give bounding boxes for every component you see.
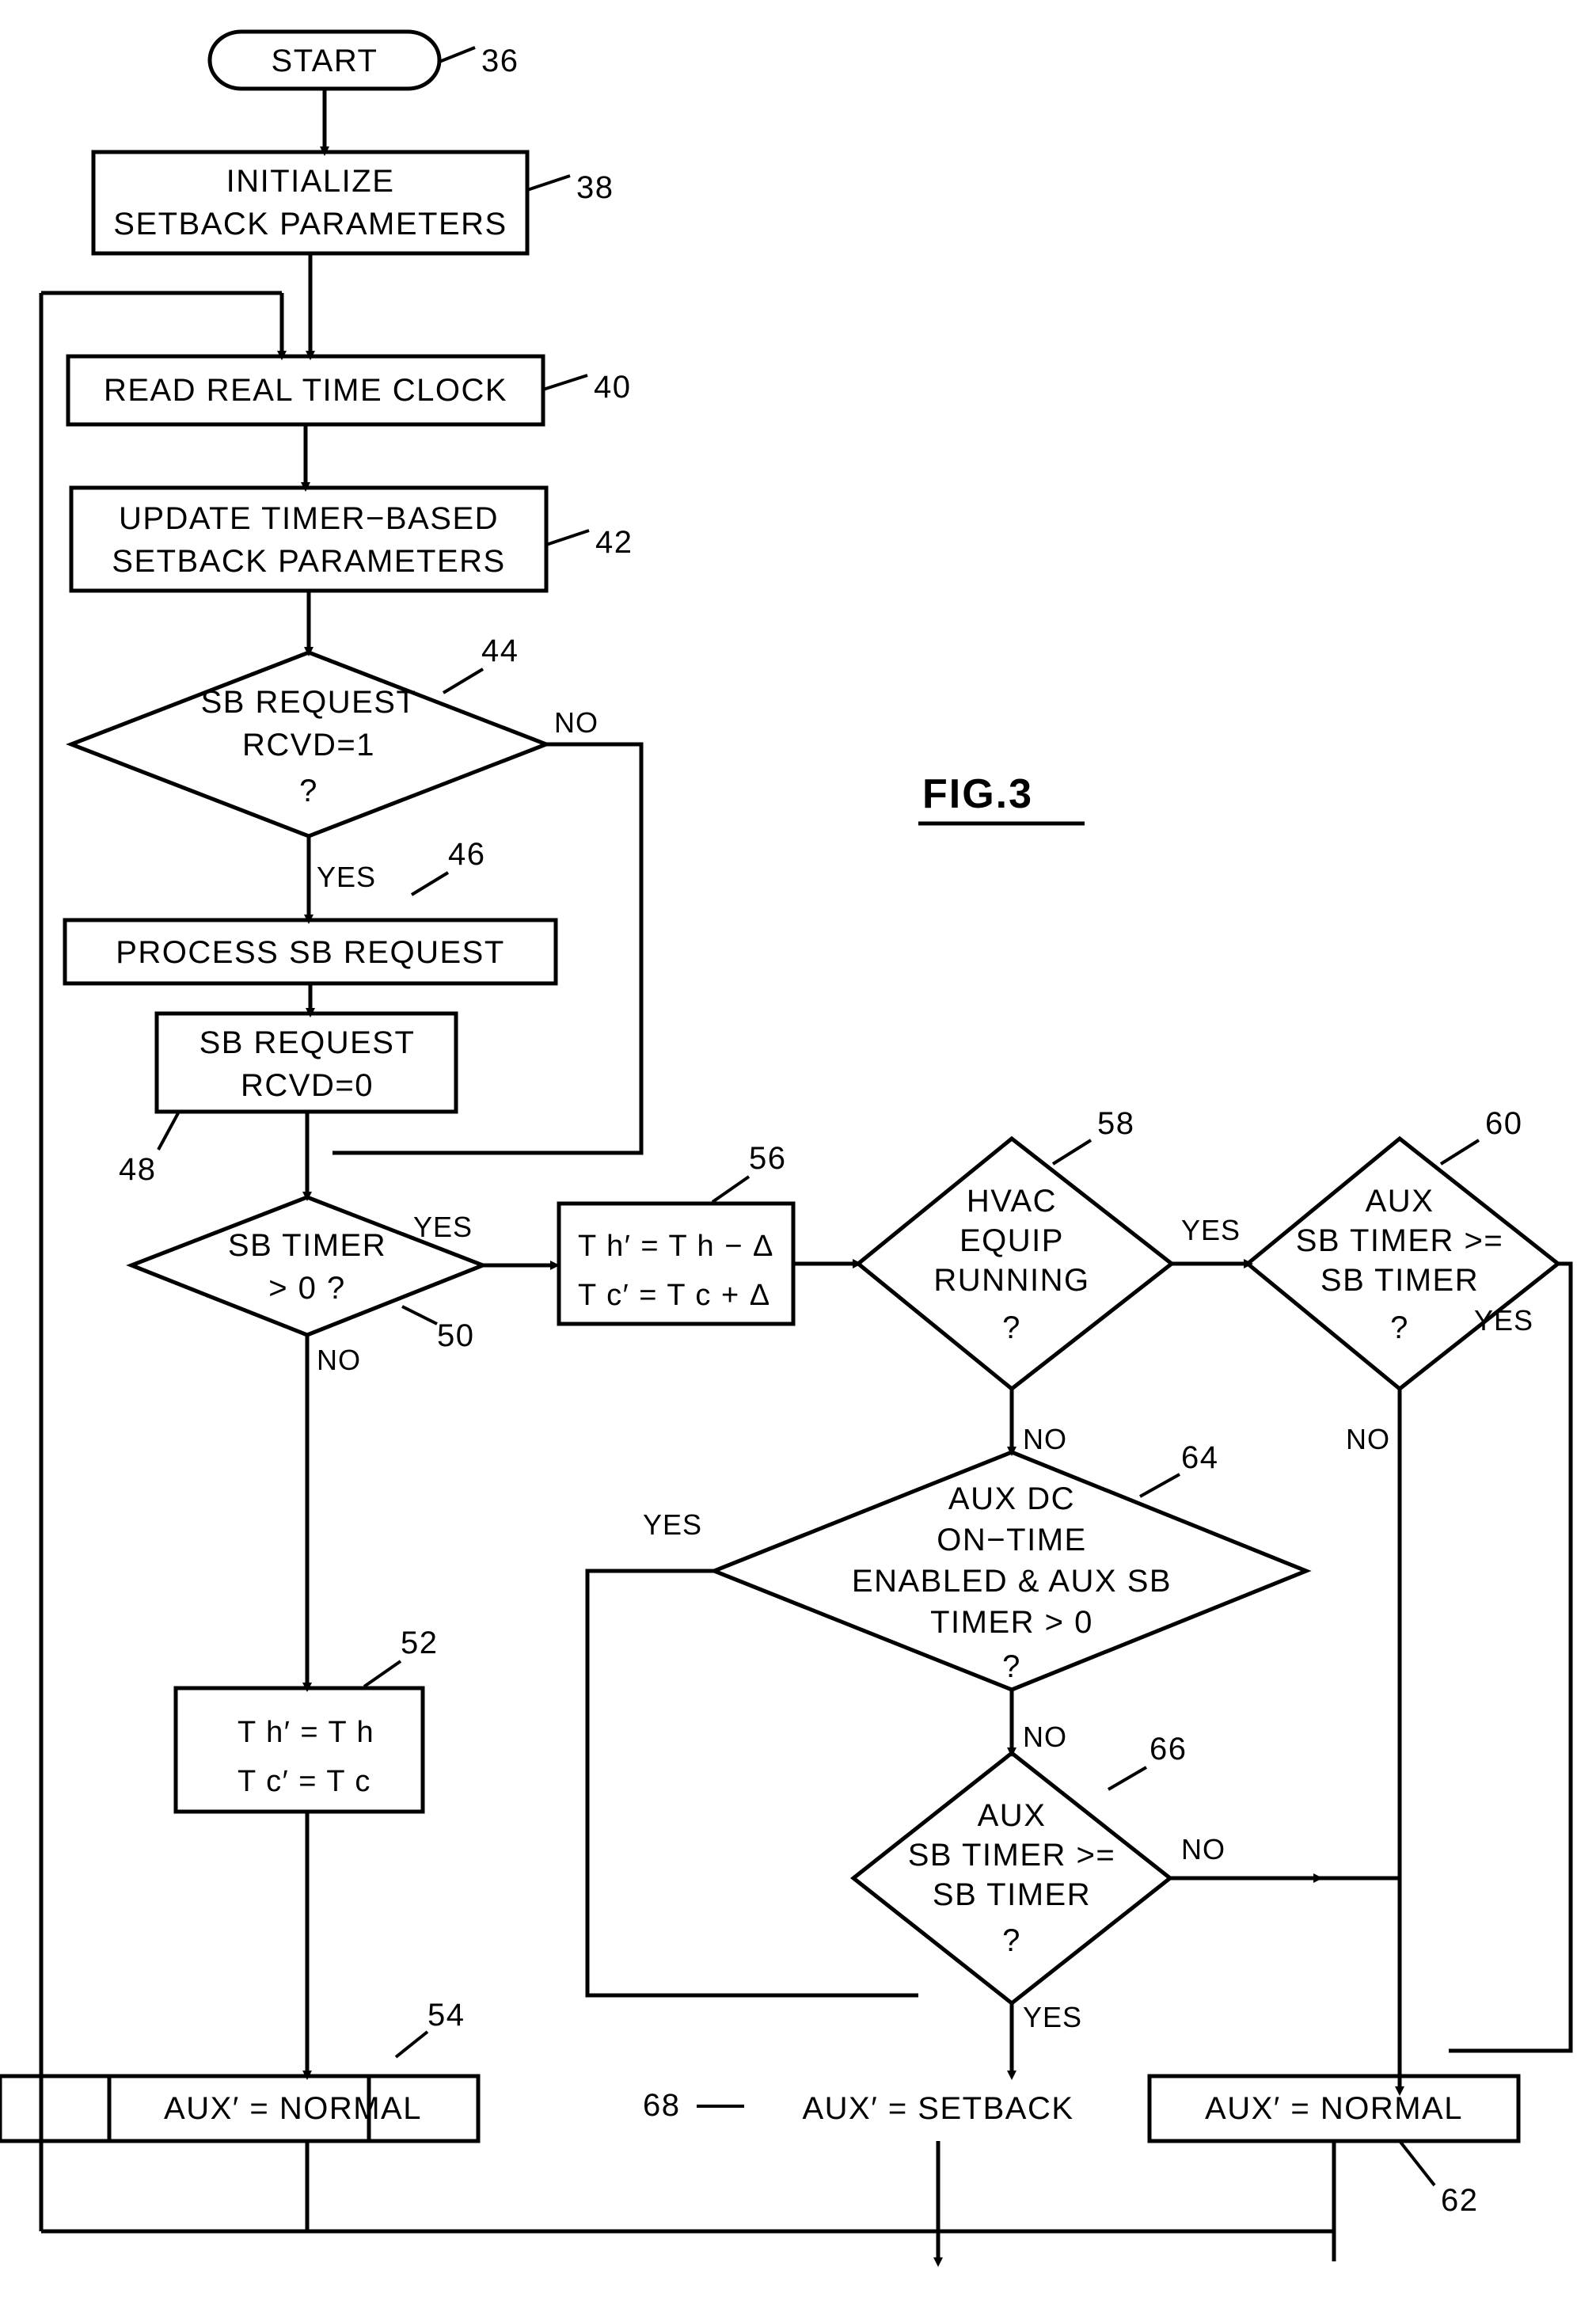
node-setpoint-normal-line2: T c′ = T c (238, 1765, 371, 1798)
node-aux60-line4: ? (1390, 1310, 1409, 1345)
edge-label-aux64-yes: YES (643, 1508, 702, 1541)
node-start-ref: 36 (481, 44, 519, 78)
node-aux64-line3: ENABLED & AUX SB (852, 1564, 1172, 1599)
node-start: START 36 (207, 29, 519, 91)
node-read-clock: READ REAL TIME CLOCK 40 (66, 354, 632, 427)
node-update-timer-line1: UPDATE TIMER−BASED (119, 501, 499, 536)
node-start-label: START (272, 44, 378, 78)
edge-label-aux64-no: NO (1023, 1721, 1067, 1753)
node-sb-request-line1: SB REQUEST (201, 685, 417, 720)
node-aux66-line3: SB TIMER (933, 1877, 1091, 1912)
node-aux-normal-left-label: AUX′ = NORMAL (164, 2091, 422, 2126)
node-sb-request-ref: 44 (481, 633, 519, 668)
node-aux66-line1: AUX (978, 1798, 1047, 1833)
node-hvac-ref: 58 (1097, 1106, 1135, 1141)
node-aux64-ref: 64 (1181, 1440, 1219, 1475)
node-clear-sb-line2: RCVD=0 (241, 1068, 374, 1103)
node-read-clock-ref: 40 (594, 370, 632, 405)
node-update-timer: UPDATE TIMER−BASED SETBACK PARAMETERS 42 (69, 485, 633, 593)
figure-page: FIG.3 START 36 INITIALIZE SETBACK PARAME… (0, 0, 1596, 2297)
node-hvac-line1: HVAC (967, 1184, 1057, 1219)
node-initialize-line1: INITIALIZE (226, 164, 395, 199)
node-update-timer-line2: SETBACK PARAMETERS (112, 544, 505, 579)
edge-label-hvac-yes: YES (1181, 1214, 1241, 1246)
node-aux-sb-timer-top: AUX SB TIMER >= SB TIMER ? 60 (1244, 1106, 1562, 1392)
node-initialize-line2: SETBACK PARAMETERS (113, 207, 507, 241)
node-setpoint-offset-line2: T c′ = T c + Δ (578, 1279, 771, 1312)
node-aux64-line5: ? (1002, 1649, 1021, 1684)
node-aux64-line2: ON−TIME (937, 1523, 1086, 1557)
node-process-sb-label: PROCESS SB REQUEST (116, 935, 505, 970)
edge-label-sb-timer-yes: YES (413, 1211, 473, 1243)
node-setpoint-offset-ref: 56 (749, 1141, 787, 1176)
node-aux66-line4: ? (1002, 1923, 1021, 1958)
node-setpoint-offset: T h′ = T h − Δ T c′ = T c + Δ 56 (557, 1141, 796, 1326)
node-aux-setback-ref: 68 (643, 2088, 681, 2123)
node-process-sb-ref: 46 (448, 837, 486, 872)
edge-label-sb-timer-no: NO (317, 1344, 361, 1376)
node-read-clock-label: READ REAL TIME CLOCK (104, 373, 507, 408)
edge-label-aux66-yes: YES (1023, 2001, 1082, 2033)
node-update-timer-ref: 42 (595, 525, 633, 560)
node-aux-normal-left: AUX′ = NORMAL 54 (107, 1998, 481, 2143)
edge-label-aux60-yes: YES (1474, 1304, 1533, 1337)
node-aux60-line3: SB TIMER (1320, 1263, 1479, 1298)
node-aux-normal-left-ref: 54 (428, 1998, 466, 2033)
node-aux-dc-ontime: AUX DC ON−TIME ENABLED & AUX SB TIMER > … (709, 1440, 1312, 1692)
node-clear-sb: SB REQUEST RCVD=0 48 (119, 1011, 458, 1187)
figure-title: FIG.3 (918, 771, 1085, 826)
node-aux64-line4: TIMER > 0 (930, 1605, 1093, 1640)
edge-label-sb-request-no: NO (554, 706, 598, 739)
node-sb-request-line2: RCVD=1 (242, 728, 375, 762)
node-sb-request-rcvd: SB REQUEST RCVD=1 ? 44 (66, 633, 552, 839)
node-hvac-line4: ? (1002, 1310, 1021, 1345)
node-initialize: INITIALIZE SETBACK PARAMETERS 38 (91, 150, 614, 256)
node-sb-timer-line2: > 0 ? (268, 1271, 346, 1306)
node-clear-sb-ref: 48 (119, 1152, 157, 1187)
node-aux-sb-timer-bottom: AUX SB TIMER >= SB TIMER ? 66 (849, 1732, 1188, 2006)
edge-label-aux66-no: NO (1181, 1833, 1226, 1865)
node-sb-timer-line1: SB TIMER (228, 1228, 386, 1263)
node-aux66-ref: 66 (1150, 1732, 1188, 1766)
node-initialize-ref: 38 (576, 170, 614, 205)
node-aux-setback: AUX′ = SETBACK 68 (0, 2074, 1074, 2143)
node-sb-timer-ref: 50 (437, 1318, 475, 1353)
node-aux60-line2: SB TIMER >= (1296, 1223, 1504, 1258)
node-aux66-line2: SB TIMER >= (908, 1838, 1116, 1873)
node-aux60-ref: 60 (1485, 1106, 1523, 1141)
node-setpoint-normal-ref: 52 (401, 1626, 439, 1660)
node-hvac-line2: EQUIP (960, 1223, 1064, 1258)
node-aux60-line1: AUX (1366, 1184, 1434, 1219)
node-setpoint-normal-line1: T h′ = T h (238, 1716, 374, 1749)
edge-label-hvac-no: NO (1023, 1423, 1067, 1455)
node-clear-sb-line1: SB REQUEST (200, 1025, 416, 1060)
node-aux-normal-right-ref: 62 (1441, 2183, 1479, 2218)
node-aux-normal-right-label: AUX′ = NORMAL (1205, 2091, 1463, 2126)
edge-label-sb-request-yes: YES (317, 861, 376, 893)
edge-label-aux60-no: NO (1346, 1423, 1390, 1455)
flowchart-canvas: FIG.3 START 36 INITIALIZE SETBACK PARAME… (0, 29, 1573, 2267)
node-setpoint-offset-line1: T h′ = T h − Δ (578, 1230, 774, 1263)
figure-title-text: FIG.3 (922, 771, 1033, 817)
node-aux64-line1: AUX DC (948, 1481, 1075, 1516)
node-hvac-running: HVAC EQUIP RUNNING ? 58 (855, 1106, 1176, 1392)
node-hvac-line3: RUNNING (933, 1263, 1089, 1298)
node-sb-request-line3: ? (299, 774, 318, 808)
node-aux-setback-label: AUX′ = SETBACK (802, 2091, 1074, 2126)
